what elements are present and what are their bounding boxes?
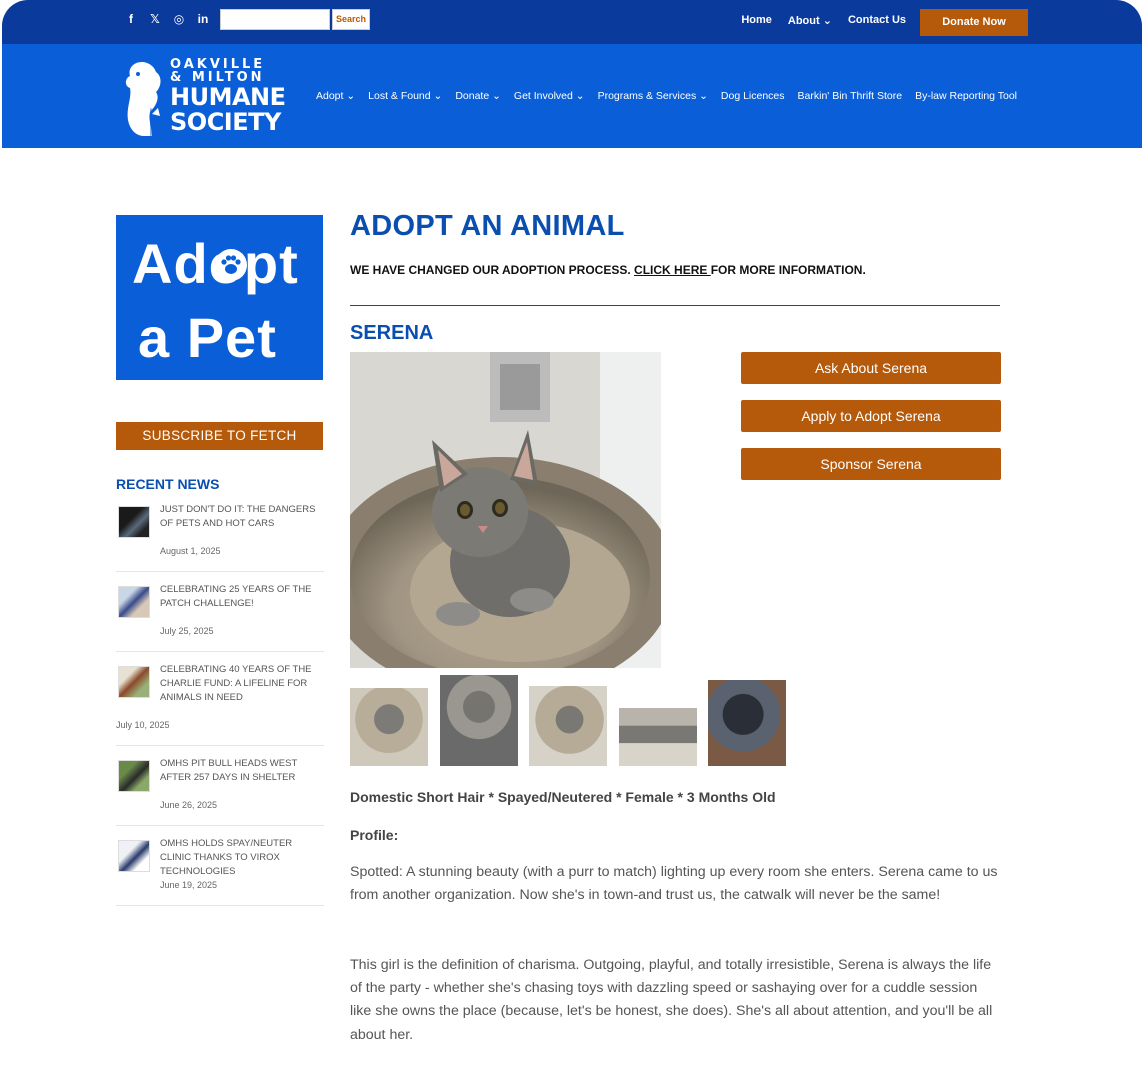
news-thumbnail[interactable] [118, 586, 150, 618]
news-date: July 10, 2025 [116, 720, 170, 730]
notice-text-after: FOR MORE INFORMATION. [710, 263, 866, 277]
logo-wordmark: OAKVILLE & MILTON HUMANE SOCIETY [170, 58, 286, 134]
nav-get-involved[interactable]: Get Involved ⌄ [514, 90, 585, 102]
nav-adopt[interactable]: Adopt ⌄ [316, 90, 355, 102]
nav-bylaw-tool[interactable]: By-law Reporting Tool [915, 90, 1017, 102]
donate-now-button[interactable]: Donate Now [920, 9, 1028, 36]
top-nav-contact[interactable]: Contact Us [848, 14, 906, 27]
page-title: ADOPT AN ANIMAL [350, 210, 625, 242]
logo-line-3: HUMANE [170, 83, 286, 111]
top-nav-about[interactable]: About ⌄ [788, 14, 832, 27]
news-item[interactable]: CELEBRATING 25 YEARS OF THE PATCH CHALLE… [116, 572, 324, 652]
news-thumbnail[interactable] [118, 506, 150, 538]
gallery-thumbnail[interactable] [708, 680, 786, 766]
subscribe-button[interactable]: SUBSCRIBE TO FETCH [116, 422, 323, 450]
adoption-notice: WE HAVE CHANGED OUR ADOPTION PROCESS. CL… [350, 263, 866, 277]
adopt-a-pet-banner[interactable]: Adopt a Pet [116, 215, 323, 380]
search-input[interactable] [220, 9, 330, 30]
news-thumbnail[interactable] [118, 666, 150, 698]
nav-lost-found[interactable]: Lost & Found ⌄ [368, 90, 442, 102]
news-title[interactable]: OMHS PIT BULL HEADS WEST AFTER 257 DAYS … [160, 757, 322, 785]
top-nav-home[interactable]: Home [741, 14, 772, 27]
paw-icon [215, 249, 247, 281]
page-frame: f 𝕏 ◎ in Search Home About ⌄ Contact Us … [2, 0, 1142, 1077]
news-date: June 19, 2025 [160, 880, 218, 890]
news-item[interactable]: JUST DON'T DO IT: THE DANGERS OF PETS AN… [116, 500, 324, 572]
social-links: f 𝕏 ◎ in [124, 12, 210, 26]
profile-paragraph: Spotted: A stunning beauty (with a purr … [350, 864, 998, 904]
notice-link[interactable]: CLICK HERE [634, 263, 711, 277]
news-title[interactable]: CELEBRATING 25 YEARS OF THE PATCH CHALLE… [160, 583, 322, 611]
gallery-thumbnail[interactable] [619, 708, 697, 766]
news-date: June 26, 2025 [160, 800, 218, 810]
profile-paragraph: This girl is the definition of charisma.… [350, 957, 993, 1043]
recent-news-heading: RECENT NEWS [116, 476, 220, 492]
banner-line-2: a Pet [138, 306, 277, 369]
facebook-icon[interactable]: f [124, 12, 138, 26]
gallery-thumbnail[interactable] [440, 675, 518, 766]
news-title[interactable]: CELEBRATING 40 YEARS OF THE CHARLIE FUND… [160, 663, 322, 705]
top-bar: f 𝕏 ◎ in Search Home About ⌄ Contact Us … [2, 0, 1142, 44]
pet-name: SERENA [350, 322, 434, 344]
apply-to-adopt-button[interactable]: Apply to Adopt Serena [741, 400, 1001, 432]
top-nav: Home About ⌄ Contact Us [741, 14, 906, 27]
gallery-thumbnail[interactable] [350, 688, 428, 766]
nav-programs-services[interactable]: Programs & Services ⌄ [598, 90, 708, 102]
nav-thrift-store[interactable]: Barkin' Bin Thrift Store [798, 90, 903, 102]
content-fade [350, 1066, 1000, 1077]
news-thumbnail[interactable] [118, 840, 150, 872]
recent-news-list: JUST DON'T DO IT: THE DANGERS OF PETS AN… [116, 500, 324, 906]
divider [350, 305, 1000, 306]
site-header: OAKVILLE & MILTON HUMANE SOCIETY Adopt ⌄… [2, 44, 1142, 148]
news-date: August 1, 2025 [160, 546, 221, 556]
news-item[interactable]: OMHS HOLDS SPAY/NEUTER CLINIC THANKS TO … [116, 826, 324, 906]
sponsor-button[interactable]: Sponsor Serena [741, 448, 1001, 480]
cat-photo-image [350, 352, 661, 668]
news-item[interactable]: CELEBRATING 40 YEARS OF THE CHARLIE FUND… [116, 652, 324, 746]
news-title[interactable]: OMHS HOLDS SPAY/NEUTER CLINIC THANKS TO … [160, 837, 322, 879]
pet-main-photo[interactable] [350, 352, 661, 668]
search-button[interactable]: Search [332, 9, 370, 30]
pet-facts: Domestic Short Hair * Spayed/Neutered * … [350, 789, 776, 805]
main-nav: Adopt ⌄ Lost & Found ⌄ Donate ⌄ Get Invo… [316, 90, 1017, 102]
nav-dog-licences[interactable]: Dog Licences [721, 90, 785, 102]
dog-cat-logo-icon [125, 62, 161, 136]
news-date: July 25, 2025 [160, 626, 214, 636]
nav-donate[interactable]: Donate ⌄ [455, 90, 501, 102]
ask-about-button[interactable]: Ask About Serena [741, 352, 1001, 384]
notice-text: WE HAVE CHANGED OUR ADOPTION PROCESS. [350, 263, 635, 277]
instagram-icon[interactable]: ◎ [172, 12, 186, 26]
news-thumbnail[interactable] [118, 760, 150, 792]
linkedin-icon[interactable]: in [196, 12, 210, 26]
site-logo[interactable]: OAKVILLE & MILTON HUMANE SOCIETY [122, 58, 286, 138]
gallery-thumbnail[interactable] [529, 686, 607, 766]
news-title[interactable]: JUST DON'T DO IT: THE DANGERS OF PETS AN… [160, 503, 322, 531]
logo-line-4: SOCIETY [170, 108, 281, 136]
news-item[interactable]: OMHS PIT BULL HEADS WEST AFTER 257 DAYS … [116, 746, 324, 826]
x-icon[interactable]: 𝕏 [148, 12, 162, 26]
profile-label: Profile: [350, 827, 399, 843]
